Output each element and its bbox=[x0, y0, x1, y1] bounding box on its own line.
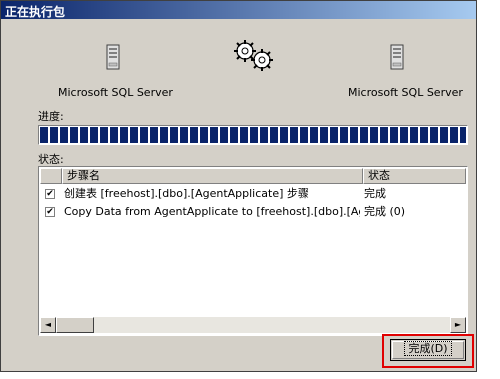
step-status-cell: 完成 (0) bbox=[364, 205, 406, 218]
step-status-cell: 完成 bbox=[364, 187, 386, 200]
done-button[interactable]: 完成(D) bbox=[390, 339, 466, 361]
gears-icon bbox=[234, 40, 273, 71]
checkbox-column-header[interactable] bbox=[40, 168, 62, 184]
step-name-cell: 创建表 [freehost].[dbo].[AgentApplicate] 步骤 bbox=[64, 187, 309, 200]
scroll-thumb[interactable] bbox=[56, 317, 94, 333]
title-bar: 正在执行包 bbox=[1, 1, 476, 19]
table-row[interactable]: ✔ Copy Data from AgentApplicate to [free… bbox=[40, 203, 466, 221]
progress-label: 进度: bbox=[38, 110, 64, 123]
window-title: 正在执行包 bbox=[5, 5, 66, 19]
status-list: 步骤名 状态 ✔ 创建表 [freehost].[dbo].[AgentAppl… bbox=[38, 166, 468, 336]
execution-dialog: 正在执行包 Microsoft SQL Server Microsoft SQL… bbox=[0, 0, 477, 372]
table-row[interactable]: ✔ 创建表 [freehost].[dbo].[AgentApplicate] … bbox=[40, 185, 466, 203]
done-button-label: 完成(D) bbox=[404, 341, 452, 356]
step-name-column-header[interactable]: 步骤名 bbox=[62, 168, 363, 184]
progress-fill bbox=[40, 127, 466, 143]
source-server-label: Microsoft SQL Server bbox=[58, 86, 173, 99]
scroll-left-button[interactable]: ◄ bbox=[40, 317, 56, 333]
scroll-right-button[interactable]: ► bbox=[450, 317, 466, 333]
check-icon: ✔ bbox=[45, 207, 55, 217]
status-label: 状态: bbox=[38, 153, 64, 166]
dest-server-icon bbox=[390, 44, 404, 70]
progress-bar bbox=[38, 125, 468, 145]
dest-server-label: Microsoft SQL Server bbox=[348, 86, 463, 99]
horizontal-scrollbar[interactable]: ◄ ► bbox=[40, 317, 466, 333]
source-server-icon bbox=[106, 44, 120, 70]
step-name-cell: Copy Data from AgentApplicate to [freeho… bbox=[64, 205, 360, 218]
status-column-header[interactable]: 状态 bbox=[363, 168, 466, 184]
check-icon: ✔ bbox=[45, 189, 55, 199]
